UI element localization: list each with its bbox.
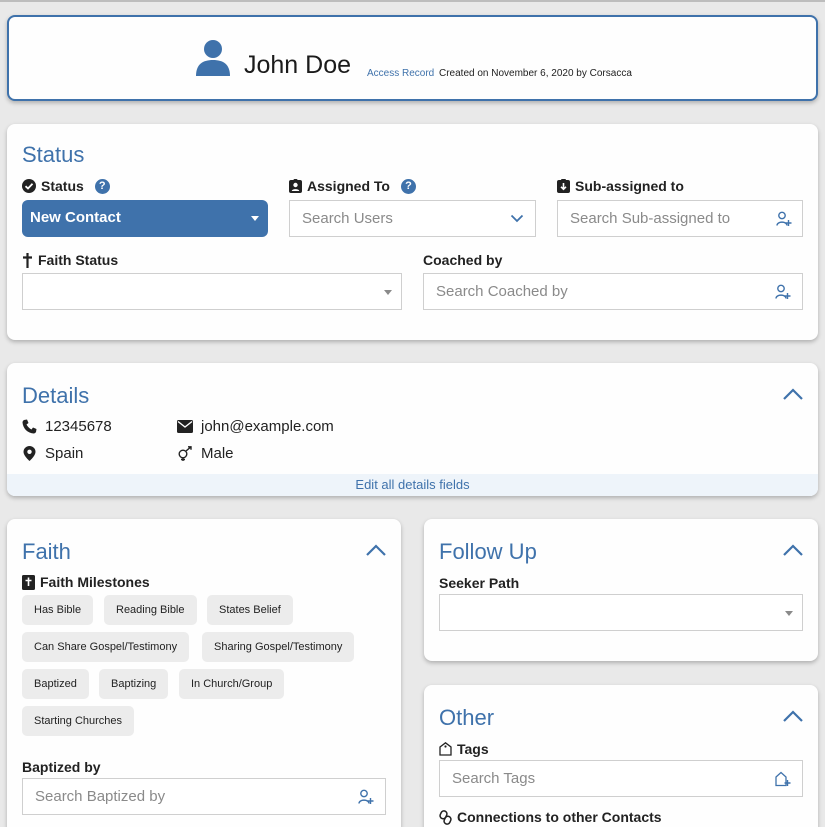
phone-detail: 12345678 [22,418,112,435]
chevron-up-icon[interactable] [782,709,804,723]
help-icon[interactable]: ? [94,178,110,194]
assigned-field-label: Assigned To ? [289,178,416,194]
milestone-chip[interactable]: Baptized [22,669,89,699]
assigned-dropdown-button[interactable] [498,200,536,237]
caret-down-icon [785,611,793,616]
help-icon[interactable]: ? [400,178,416,194]
phone-value: 12345678 [45,418,112,435]
subassigned-label-text: Sub-assigned to [575,178,684,194]
tags-text: Tags [457,741,489,757]
tag-icon [439,742,452,756]
faith-card: Faith Faith Milestones Has Bible Reading… [7,519,401,827]
assigned-label-text: Assigned To [307,178,390,194]
status-label-text: Status [41,178,84,194]
faith-status-label-text: Faith Status [38,252,119,268]
coached-field-label: Coached by [423,252,502,268]
cross-icon [23,252,32,268]
coached-label-text: Coached by [423,252,503,268]
milestone-chip[interactable]: Reading Bible [104,595,197,625]
assigned-search-input[interactable]: Search Users [289,200,499,237]
add-baptizer-button[interactable] [346,778,386,815]
chevron-up-icon[interactable] [782,387,804,401]
faith-milestones-label: Faith Milestones [22,574,150,590]
chevron-up-icon[interactable] [365,543,387,557]
created-info: Created on November 6, 2020 by Corsacca [439,68,632,79]
seeker-path-select[interactable] [439,594,803,631]
add-user-icon [774,284,790,299]
email-value: john@example.com [201,418,334,435]
add-user-icon [776,211,792,226]
milestone-chip[interactable]: Can Share Gospel/Testimony [22,632,190,662]
follow-up-section-title: Follow Up [439,539,537,564]
faith-status-select[interactable] [22,273,402,310]
add-subassigned-button[interactable] [766,200,803,237]
location-detail: Spain [22,445,83,462]
faith-status-field-label: Faith Status [22,252,118,268]
connections-text: Connections to other Contacts [457,809,662,825]
milestone-chip[interactable]: Sharing Gospel/Testimony [202,632,355,662]
add-tag-icon [774,771,790,786]
map-marker-icon [23,446,36,461]
edit-all-details-link[interactable]: Edit all details fields [7,474,818,496]
gender-value: Male [201,445,234,462]
envelope-icon [177,420,193,433]
baptized-by-text: Baptized by [22,759,101,775]
person-icon [196,40,230,76]
gender-icon [178,446,192,461]
access-record-link[interactable]: Access Record [367,68,434,79]
baptized-by-search-input[interactable]: Search Baptized by [22,778,347,815]
add-coach-button[interactable] [763,273,803,310]
milestone-chip[interactable]: Has Bible [22,595,94,625]
tags-search-input[interactable]: Search Tags [439,760,764,797]
milestone-chip[interactable]: In Church/Group [179,669,285,699]
milestone-chip[interactable]: Starting Churches [22,706,135,736]
baptized-by-label: Baptized by [22,759,101,775]
id-badge-icon [289,179,302,193]
caret-down-icon [251,216,259,221]
chevron-up-icon[interactable] [782,543,804,557]
details-section-title: Details [22,383,90,408]
link-icon [439,809,452,825]
status-field-label: Status ? [22,178,110,194]
status-card: Status Status ? New Contact Assigned To … [7,124,818,340]
subassigned-search-input[interactable]: Search Sub-assigned to [557,200,767,237]
connections-label: Connections to other Contacts [439,809,662,825]
seeker-path-text: Seeker Path [439,575,520,591]
contact-name: John Doe [244,51,352,79]
clipboard-download-icon [557,179,570,193]
other-section-title: Other [439,705,495,730]
chevron-down-icon [510,214,523,223]
milestone-chip[interactable]: Baptizing [99,669,169,699]
seeker-path-label: Seeker Path [439,575,519,591]
status-select-value: New Contact [30,209,121,226]
email-detail: john@example.com [177,418,334,435]
bible-icon [22,574,35,590]
top-border [0,0,825,2]
subassigned-field-label: Sub-assigned to [557,178,684,194]
faith-milestones-text: Faith Milestones [40,574,150,590]
caret-down-icon [384,290,392,295]
location-value: Spain [45,445,84,462]
milestone-chip[interactable]: States Belief [207,595,293,625]
other-card: Other Tags Search Tags Connections to ot… [424,685,818,827]
contact-header-card: John Doe Access Record Created on Novemb… [7,15,818,101]
gender-detail: Male [177,445,234,462]
check-circle-icon [22,179,36,193]
phone-icon [22,419,37,434]
coached-search-input[interactable]: Search Coached by [423,273,764,310]
add-user-icon [357,789,373,804]
status-select[interactable]: New Contact [22,200,268,237]
details-card: Details 12345678 john@example.com Spain … [7,363,818,496]
faith-section-title: Faith [22,539,71,564]
add-tag-button[interactable] [763,760,803,797]
tags-label: Tags [439,741,489,757]
status-section-title: Status [22,142,85,167]
follow-up-card: Follow Up Seeker Path [424,519,818,661]
